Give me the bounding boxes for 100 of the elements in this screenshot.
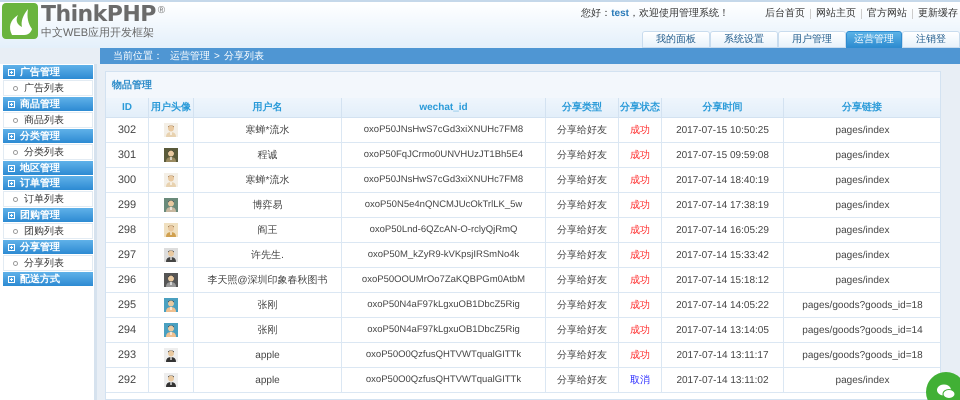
table-cell: 292 bbox=[106, 368, 149, 392]
table-cell: 2017-07-14 17:38:19 bbox=[662, 193, 784, 217]
table-cell: 程诚 bbox=[194, 143, 342, 167]
status-text: 成功 bbox=[630, 224, 650, 238]
table-cell: 寒蝉*流水 bbox=[194, 168, 342, 192]
sidebar-item[interactable]: 广告列表 bbox=[3, 80, 93, 96]
table-cell-text: pages/index bbox=[834, 198, 890, 212]
table-cell: oxoP50OOUMrOo7ZaKQBPGm0AtbM bbox=[342, 268, 546, 292]
expand-icon bbox=[8, 276, 15, 282]
bullet-icon bbox=[13, 86, 18, 90]
table-cell: 293 bbox=[106, 343, 149, 367]
column-header: ID bbox=[106, 98, 149, 117]
column-header: 分享链接 bbox=[784, 98, 941, 117]
table-cell: oxoP50O0QzfusQHTVWTqualGITTk bbox=[342, 368, 546, 392]
status-text: 成功 bbox=[630, 148, 650, 162]
table-cell: 分享给好友 bbox=[546, 118, 619, 142]
nav-tab[interactable]: 注销登 bbox=[902, 31, 960, 48]
expand-icon bbox=[8, 68, 15, 76]
chat-icon bbox=[936, 384, 956, 400]
expand-icon bbox=[8, 180, 15, 186]
table-cell: 阎王 bbox=[194, 218, 342, 242]
logo-tagline: 中文WEB应用开发框架 bbox=[41, 27, 156, 39]
table-cell: oxoP50N5e4nQNCMJUcOkTrlLK_5w bbox=[342, 193, 546, 217]
logo-icon bbox=[2, 3, 38, 39]
table-cell: oxoP50JNsHwS7cGd3xiXNUHc7FM8 bbox=[342, 168, 546, 192]
nav-tab[interactable]: 用户管理 bbox=[778, 31, 846, 48]
table-cell: 分享给好友 bbox=[546, 293, 619, 317]
column-header: 用户名 bbox=[194, 98, 342, 117]
sidebar-item[interactable]: 团购列表 bbox=[3, 223, 93, 239]
nav-tab[interactable]: 系统设置 bbox=[710, 31, 778, 48]
status-text: 成功 bbox=[630, 198, 650, 212]
header-link[interactable]: 官方网站 bbox=[867, 6, 907, 21]
registered-mark: ® bbox=[158, 4, 166, 18]
expand-icon bbox=[8, 100, 15, 108]
table-cell: oxoP50N4aF97kLgxuOB1DbcZ5Rig bbox=[342, 293, 546, 317]
table-cell: oxoP50N4aF97kLgxuOB1DbcZ5Rig bbox=[342, 318, 546, 342]
table-cell: 2017-07-14 13:11:17 bbox=[662, 343, 784, 367]
bullet-icon bbox=[13, 150, 18, 154]
table-cell-text: pages/goods?goods_id=18 bbox=[801, 348, 924, 362]
table-cell: 分享给好友 bbox=[546, 243, 619, 267]
table-cell: 李天照@深圳印象春秋图书 bbox=[194, 268, 342, 292]
table-cell: 分享给好友 bbox=[546, 368, 619, 392]
status-text: 成功 bbox=[630, 124, 650, 138]
status-text: 成功 bbox=[630, 174, 650, 188]
table-cell: 2017-07-14 16:05:29 bbox=[662, 218, 784, 242]
table-cell: 2017-07-14 15:33:42 bbox=[662, 243, 784, 267]
table-cell: 分享给好友 bbox=[546, 168, 619, 192]
column-header: 分享类型 bbox=[546, 98, 619, 117]
table-cell: 2017-07-14 15:18:12 bbox=[662, 268, 784, 292]
table-cell: apple bbox=[194, 368, 342, 392]
expand-icon bbox=[8, 212, 15, 218]
column-header: 分享状态 bbox=[619, 98, 662, 117]
table-cell: 2017-07-15 09:59:08 bbox=[662, 143, 784, 167]
expand-icon bbox=[8, 164, 15, 172]
table-cell: 294 bbox=[106, 318, 149, 342]
expand-icon bbox=[8, 132, 15, 140]
table-cell: 张刚 bbox=[194, 293, 342, 317]
logo-text: ThinkPHP bbox=[41, 3, 156, 27]
table-cell: 许先生. bbox=[194, 243, 342, 267]
table-cell-text: pages/index bbox=[834, 224, 890, 238]
breadcrumb-label: 当前位置： bbox=[113, 50, 163, 64]
table-cell: 302 bbox=[106, 118, 149, 142]
bullet-icon bbox=[13, 228, 18, 234]
column-header: 用户头像 bbox=[149, 98, 194, 117]
sidebar-item[interactable]: 订单列表 bbox=[3, 191, 93, 207]
status-text: 成功 bbox=[630, 324, 650, 338]
bullet-icon bbox=[13, 118, 18, 122]
panel-title: 物品管理 bbox=[112, 78, 152, 92]
table-cell: 2017-07-14 13:14:05 bbox=[662, 318, 784, 342]
table-cell: 299 bbox=[106, 193, 149, 217]
table-cell: oxoP50Lnd-6QZcAN-O-rclyQjRmQ bbox=[342, 218, 546, 242]
table-cell: 2017-07-14 18:40:19 bbox=[662, 168, 784, 192]
bullet-icon bbox=[13, 196, 18, 202]
table-cell: 分享给好友 bbox=[546, 143, 619, 167]
table-cell: 分享给好友 bbox=[546, 218, 619, 242]
table-cell-text: pages/index bbox=[834, 174, 890, 188]
table-cell: 博弈易 bbox=[194, 193, 342, 217]
status-text: 成功 bbox=[630, 298, 650, 312]
table-cell: oxoP50M_kZyR9-kVKpsjIRSmNo4k bbox=[342, 243, 546, 267]
table-cell: 297 bbox=[106, 243, 149, 267]
sidebar-item[interactable]: 分享列表 bbox=[3, 255, 93, 271]
breadcrumb-separator: > bbox=[214, 50, 220, 64]
table-cell: 2017-07-15 10:50:25 bbox=[662, 118, 784, 142]
table-cell: 300 bbox=[106, 168, 149, 192]
nav-tab[interactable]: 我的面板 bbox=[642, 31, 710, 48]
sidebar-item[interactable]: 分类列表 bbox=[3, 144, 93, 160]
breadcrumb-current: 分享列表 bbox=[224, 50, 264, 64]
sidebar-item[interactable]: 商品列表 bbox=[3, 112, 93, 128]
table-cell: 寒蝉*流水 bbox=[194, 118, 342, 142]
status-text: 成功 bbox=[630, 348, 650, 362]
table-cell-text: pages/index bbox=[834, 148, 890, 162]
table-cell: 298 bbox=[106, 218, 149, 242]
table-cell: 分享给好友 bbox=[546, 268, 619, 292]
table-cell-text: pages/index bbox=[834, 248, 890, 262]
table-cell: 分享给好友 bbox=[546, 318, 619, 342]
header-link[interactable]: 网站主页 bbox=[816, 6, 856, 21]
header-link[interactable]: 更新缓存 bbox=[918, 6, 958, 21]
status-text: 成功 bbox=[630, 248, 650, 262]
column-header: 分享时间 bbox=[662, 98, 784, 117]
header-link[interactable]: 后台首页 bbox=[765, 6, 805, 21]
